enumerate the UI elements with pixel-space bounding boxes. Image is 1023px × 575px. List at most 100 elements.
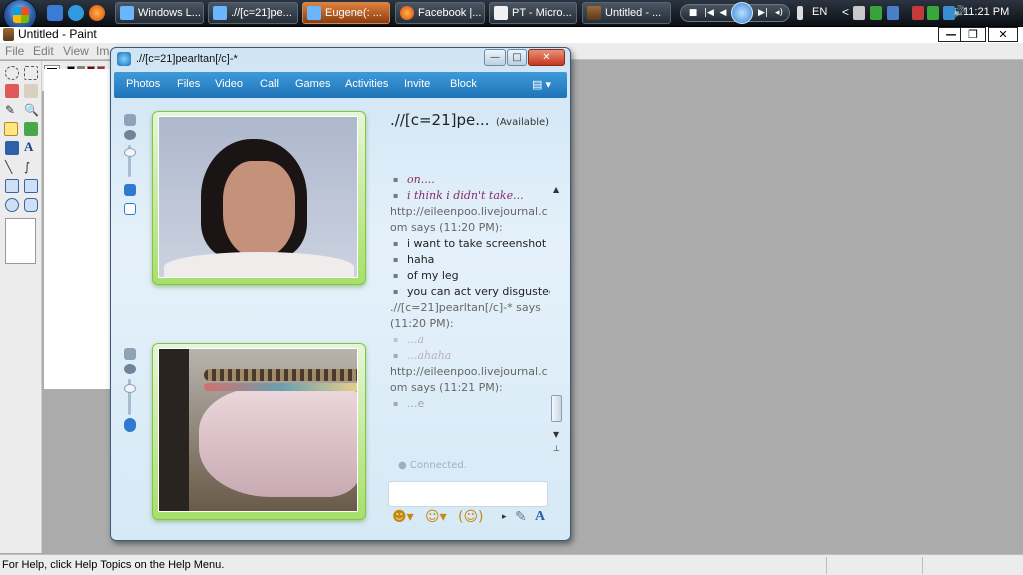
scroll-down-icon[interactable]: ▼ — [553, 430, 559, 439]
scroll-up-icon[interactable]: ▲ — [553, 185, 559, 194]
line-icon[interactable]: ╲ — [5, 160, 19, 174]
media-prev-icon[interactable]: |◀ — [703, 8, 715, 19]
own-webcam-video — [158, 348, 358, 512]
show-desktop-icon[interactable] — [47, 5, 63, 21]
bead-anklet — [204, 369, 357, 381]
messenger-icon — [307, 6, 321, 20]
more-arrow-icon[interactable]: ▸ — [502, 507, 507, 527]
tool-box: ✎ 🔍 A ╲ ∫ — [0, 61, 42, 553]
task-facebook[interactable]: Facebook |... — [395, 2, 485, 24]
menu-image[interactable]: Im — [96, 44, 109, 58]
volume-up-icon[interactable] — [124, 114, 136, 126]
volume-up-icon[interactable] — [124, 348, 136, 360]
paint-icon — [587, 6, 601, 20]
chat-message: ...a — [390, 332, 550, 348]
nav-call[interactable]: Call — [260, 78, 279, 90]
fill-bucket-icon[interactable] — [24, 84, 38, 98]
ankle — [199, 387, 357, 497]
rect-select-icon[interactable] — [24, 66, 38, 80]
nav-video[interactable]: Video — [215, 78, 243, 90]
ellipse-icon[interactable] — [5, 198, 19, 212]
menu-view[interactable]: View — [63, 44, 89, 58]
minimize-button[interactable]: — — [484, 49, 506, 66]
media-volume-icon[interactable]: ◂) — [773, 8, 785, 19]
task-label: Windows L... — [138, 7, 201, 19]
task-paint[interactable]: Untitled - ... — [582, 2, 671, 24]
menu-file[interactable]: File — [5, 44, 24, 58]
messenger-icon — [213, 6, 227, 20]
media-stop-icon[interactable]: ■ — [687, 8, 699, 19]
color-picker-icon[interactable]: ✎ — [5, 103, 19, 117]
network-icon[interactable] — [870, 6, 882, 20]
media-rewind-icon[interactable]: ◀ — [717, 8, 729, 19]
nav-invite[interactable]: Invite — [404, 78, 430, 90]
close-button[interactable]: ✕ — [528, 49, 565, 66]
eraser-icon[interactable] — [5, 84, 19, 98]
task-chat-pearltan[interactable]: .//[c=21]pe... — [208, 2, 298, 24]
status-text: For Help, click Help Topics on the Help … — [2, 559, 225, 571]
drawing-canvas[interactable] — [44, 69, 112, 389]
task-chat-eugene[interactable]: Eugene(: ... — [302, 2, 390, 24]
webcam-icon[interactable] — [124, 364, 136, 374]
chat-message: i want to take screenshot — [390, 236, 550, 252]
media-pause-icon[interactable] — [731, 2, 753, 24]
language-indicator[interactable]: EN — [812, 6, 827, 18]
menu-edit[interactable]: Edit — [33, 44, 54, 58]
chat-message: ...e — [390, 396, 550, 412]
wink-icon[interactable]: ☺▾ — [425, 507, 447, 527]
tool-options[interactable] — [5, 218, 36, 264]
font-icon[interactable]: A — [535, 507, 545, 527]
scroll-end-icon[interactable]: ⊥ — [553, 444, 560, 453]
close-button[interactable]: ✕ — [988, 27, 1018, 42]
pencil-icon[interactable] — [4, 122, 18, 136]
message-input[interactable] — [388, 481, 548, 507]
menu-dropdown-icon[interactable]: ▤ ▾ — [532, 78, 551, 91]
battery-icon[interactable] — [927, 6, 939, 20]
nav-photos[interactable]: Photos — [126, 78, 160, 90]
security-icon[interactable] — [912, 6, 924, 20]
microphone-icon[interactable] — [124, 418, 136, 432]
chat-message: haha — [390, 252, 550, 268]
conversation-scrollbar[interactable]: ▲ ▼ ⊥ — [550, 185, 564, 457]
connection-status-text: Connected. — [409, 460, 467, 471]
task-powerpoint[interactable]: PT - Micro... — [489, 2, 577, 24]
nav-block[interactable]: Block — [450, 78, 477, 90]
text-icon[interactable]: A — [24, 139, 38, 154]
nav-files[interactable]: Files — [177, 78, 200, 90]
internet-explorer-icon[interactable] — [68, 5, 84, 21]
brush-icon[interactable] — [24, 122, 38, 136]
status-divider — [922, 557, 923, 574]
bluetooth-icon[interactable] — [887, 6, 899, 20]
status-bar: For Help, click Help Topics on the Help … — [0, 554, 1023, 575]
firefox-icon[interactable] — [89, 5, 105, 21]
free-select-icon[interactable] — [5, 66, 19, 80]
airbrush-icon[interactable] — [5, 141, 19, 155]
webcam-icon[interactable] — [124, 130, 136, 140]
media-next-icon[interactable]: ▶| — [757, 8, 769, 19]
nav-activities[interactable]: Activities — [345, 78, 388, 90]
chat-message: you can act very disgusted — [390, 284, 550, 300]
clock[interactable]: 11:21 PM — [963, 6, 1009, 18]
popout-icon[interactable] — [124, 203, 136, 215]
maximize-button[interactable]: □ — [507, 49, 527, 66]
task-label: Untitled - ... — [605, 7, 662, 19]
curve-icon[interactable]: ∫ — [24, 160, 38, 174]
connection-status: ● Connected. — [398, 460, 467, 471]
speaker-icon[interactable] — [124, 184, 136, 196]
nudge-icon[interactable]: (☺) — [458, 507, 484, 527]
volume-slider-thumb[interactable] — [124, 148, 136, 157]
rounded-rect-icon[interactable] — [24, 198, 38, 212]
nav-games[interactable]: Games — [295, 78, 330, 90]
mic-volume-slider-thumb[interactable] — [124, 384, 136, 393]
handwriting-icon[interactable]: ✎ — [515, 507, 527, 527]
polygon-icon[interactable] — [24, 179, 38, 193]
task-windows-live[interactable]: Windows L... — [115, 2, 204, 24]
messenger-icon — [120, 6, 134, 20]
magnifier-icon[interactable]: 🔍 — [24, 103, 39, 117]
restore-button[interactable]: ❐ — [960, 27, 986, 42]
tray-app-icon[interactable] — [853, 6, 865, 20]
scrollbar-thumb[interactable] — [551, 395, 562, 422]
emoticon-icon[interactable]: ☻▾ — [392, 507, 414, 527]
toolbar-grip-icon — [797, 6, 803, 20]
rectangle-icon[interactable] — [5, 179, 19, 193]
